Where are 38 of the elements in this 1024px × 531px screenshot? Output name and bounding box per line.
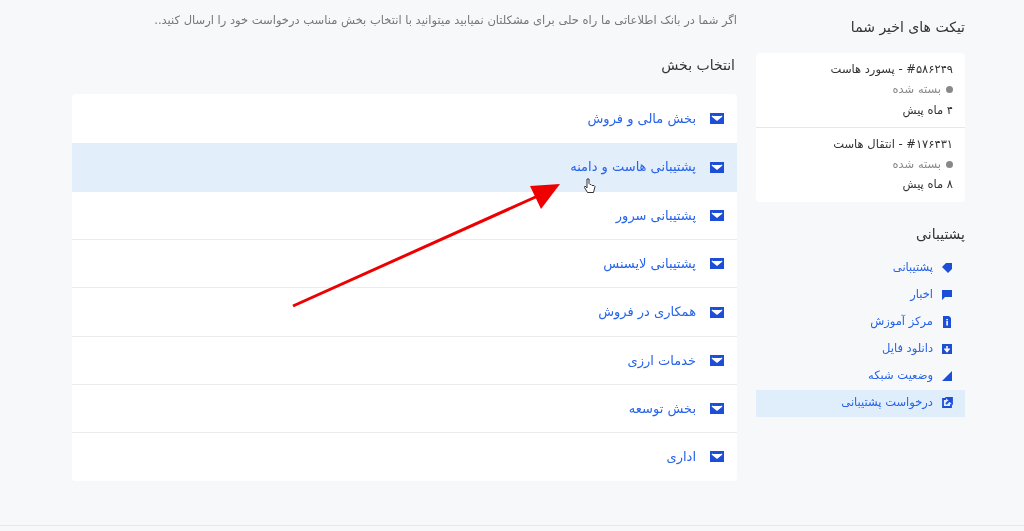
envelope-icon bbox=[710, 210, 724, 221]
envelope-icon bbox=[710, 354, 724, 366]
ticket-title[interactable]: #۵۸۶۲۴۹ - پسورد هاست bbox=[768, 61, 953, 79]
section-title: انتخاب بخش bbox=[660, 56, 736, 76]
ticket-time: ۸ ماه پیش bbox=[901, 176, 953, 194]
ticket-time: ۴ ماه پیش bbox=[901, 101, 953, 119]
envelope-icon bbox=[710, 161, 724, 173]
department-item[interactable]: خدمات ارزی bbox=[72, 335, 737, 385]
menu-item[interactable]: درخواست پشتیبانی bbox=[756, 389, 965, 417]
comment-icon bbox=[941, 289, 953, 301]
department-item[interactable]: پشتیبانی هاست و دامنه bbox=[72, 142, 737, 191]
menu-item[interactable]: وضعیت شبکه bbox=[756, 362, 965, 390]
download-icon bbox=[941, 343, 953, 355]
menu-item[interactable]: دانلود فایل bbox=[756, 335, 965, 363]
tag-icon bbox=[941, 262, 953, 274]
envelope-icon bbox=[710, 403, 724, 415]
ticket-status: بسته شده bbox=[892, 156, 941, 173]
ticket-title[interactable]: #۱۷۶۴۳۱ - انتقال هاست bbox=[768, 135, 953, 153]
external-icon bbox=[941, 397, 953, 409]
intro-text: اگر شما در بانک اطلاعاتی ما راه حلی برای مشکلتان نمیابید میتوانید با انتخاب بخش مناسب درخواست خود را ارسال کنید.. bbox=[153, 12, 737, 30]
menu-item[interactable]: پشتیبانی bbox=[756, 254, 965, 282]
file-icon bbox=[941, 316, 953, 328]
menu-item[interactable]: مرکز آموزش bbox=[756, 308, 965, 336]
envelope-icon bbox=[710, 258, 724, 270]
signal-icon bbox=[941, 370, 953, 382]
menu-item[interactable]: اخبار bbox=[756, 281, 965, 309]
cursor-icon bbox=[584, 178, 596, 195]
sidebar-heading: تیکت های اخیر شما bbox=[849, 18, 965, 38]
department-item[interactable]: اداری bbox=[72, 432, 737, 481]
envelope-icon bbox=[710, 112, 724, 124]
envelope-icon bbox=[710, 306, 724, 318]
department-item[interactable]: بخش توسعه bbox=[72, 384, 737, 433]
ticket-status: بسته شده bbox=[892, 81, 941, 99]
sidebar-heading: پشتیبانی bbox=[915, 224, 965, 244]
envelope-icon bbox=[710, 451, 724, 463]
department-item[interactable]: بخش مالی و فروش bbox=[72, 94, 737, 143]
department-item[interactable]: پشتیبانی لایسنس bbox=[72, 239, 737, 288]
department-item[interactable]: همکاری در فروش bbox=[72, 287, 737, 336]
